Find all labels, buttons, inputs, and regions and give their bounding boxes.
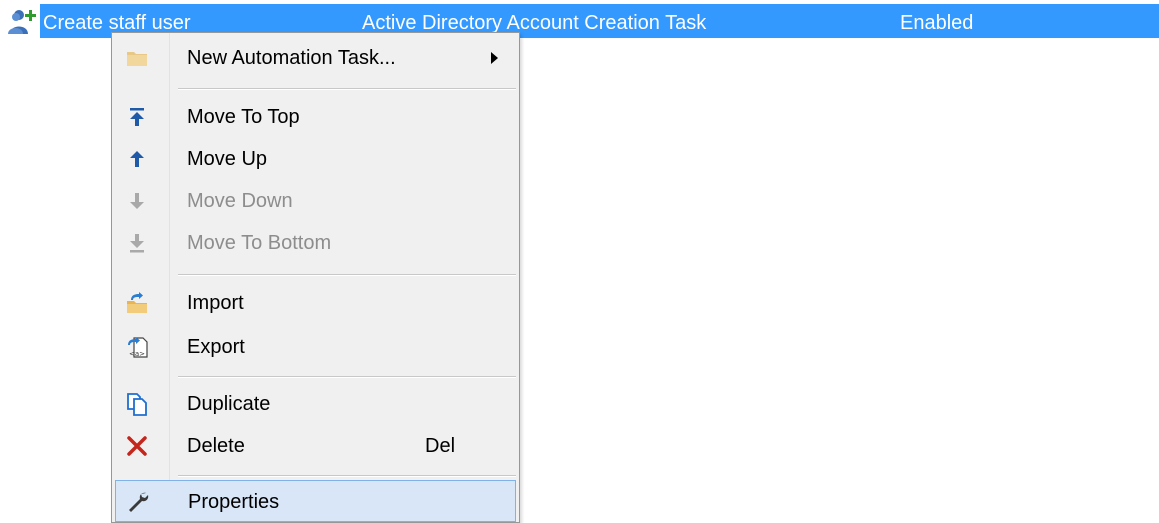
menu-item-move-to-top[interactable]: Move To Top [115, 96, 516, 138]
menu-item-duplicate[interactable]: Duplicate [115, 383, 516, 425]
menu-item-label: Duplicate [187, 393, 271, 415]
menu-item-label: Move To Top [187, 106, 300, 128]
duplicate-icon [127, 393, 147, 416]
wrench-icon [129, 492, 149, 512]
menu-item-label: Import [187, 292, 244, 314]
shortcut-key: Del [425, 435, 456, 457]
menu-item-label: Properties [188, 491, 280, 513]
import-folder-icon [127, 292, 147, 313]
menu-separator [178, 274, 516, 276]
menu-item-export[interactable]: <a> Export [115, 326, 516, 368]
menu-separator [178, 376, 516, 378]
menu-item-move-down[interactable]: Move Down [115, 180, 516, 222]
task-type-cell: Active Directory Account Creation Task [362, 12, 707, 34]
menu-item-label: Delete [187, 435, 245, 457]
arrow-to-bottom-icon [130, 234, 144, 253]
arrow-up-icon [130, 151, 144, 167]
menu-item-import[interactable]: Import [115, 282, 516, 324]
menu-separator [178, 475, 516, 477]
menu-item-properties[interactable]: Properties [115, 480, 516, 522]
folder-icon [127, 52, 147, 66]
menu-item-label: Move Up [187, 148, 268, 170]
menu-item-label: Move Down [187, 190, 293, 212]
svg-text:<a>: <a> [129, 350, 145, 358]
context-menu: New Automation Task... Move To Top Move … [111, 32, 520, 523]
menu-item-delete[interactable]: Delete Del [115, 425, 516, 467]
menu-item-move-up[interactable]: Move Up [115, 138, 516, 180]
user-add-icon [8, 10, 36, 34]
menu-item-label: Export [187, 336, 245, 358]
menu-item-move-to-bottom[interactable]: Move To Bottom [115, 222, 516, 264]
menu-item-new-automation-task[interactable]: New Automation Task... [115, 37, 516, 79]
menu-separator [178, 88, 516, 90]
task-status-cell: Enabled [900, 12, 974, 34]
menu-item-label: Move To Bottom [187, 232, 332, 254]
arrow-down-icon [130, 193, 144, 209]
submenu-arrow-icon [491, 52, 498, 64]
menu-item-label: New Automation Task... [187, 47, 396, 69]
arrow-to-top-icon [130, 108, 144, 126]
export-icon: <a> [128, 337, 148, 358]
delete-x-icon [127, 436, 147, 456]
task-name-cell: Create staff user [43, 12, 191, 34]
